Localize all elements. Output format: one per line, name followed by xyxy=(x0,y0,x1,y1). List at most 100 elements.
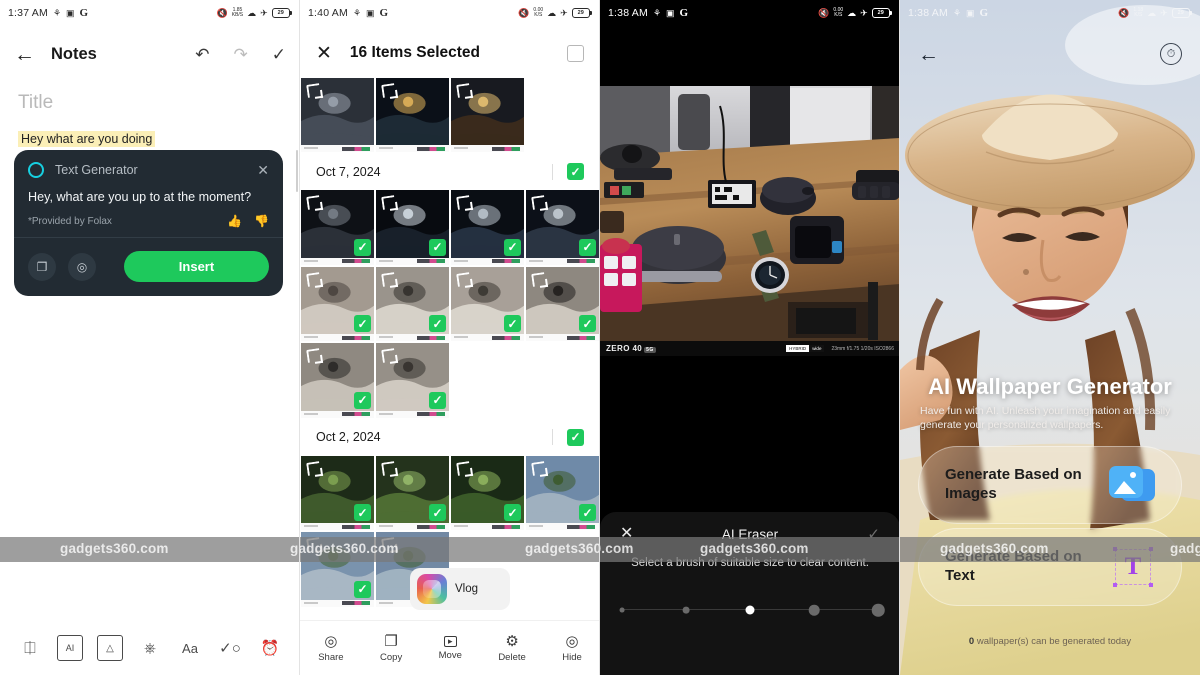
watermark-text: gadgets360.com xyxy=(1170,541,1200,556)
brush-size-dot[interactable] xyxy=(682,606,690,614)
expand-icon[interactable] xyxy=(456,460,471,476)
selected-checkmark[interactable]: ✓ xyxy=(504,504,521,522)
photo-thumbnail[interactable]: ✓ xyxy=(301,190,374,265)
notes-appbar: ← Notes ↶ ↷ ✓ xyxy=(0,34,300,74)
selected-checkmark[interactable]: ✓ xyxy=(354,391,371,409)
expand-icon[interactable] xyxy=(306,195,321,211)
close-icon[interactable]: ✕ xyxy=(257,163,269,177)
undo-button[interactable]: ↶ xyxy=(195,46,209,63)
mic-icon[interactable]: ⎈ xyxy=(137,635,163,661)
vlog-app-icon xyxy=(417,574,447,604)
text-generator-card: Text Generator ✕ Hey, what are you up to… xyxy=(14,150,283,297)
photo-thumbnail[interactable]: ✓ xyxy=(376,343,449,418)
expand-icon[interactable] xyxy=(456,83,471,98)
selected-checkmark[interactable]: ✓ xyxy=(429,238,446,256)
brush-size-dot[interactable] xyxy=(871,603,885,617)
generate-from-images-button[interactable]: Generate Based on Images xyxy=(918,446,1182,524)
insert-button[interactable]: Insert xyxy=(124,251,269,283)
selected-checkmark[interactable]: ✓ xyxy=(504,238,521,256)
brush-size-dot[interactable] xyxy=(619,607,625,613)
page-title: AI Wallpaper Generator xyxy=(928,374,1172,399)
brush-size-dot[interactable] xyxy=(745,605,755,615)
alarm-icon[interactable]: ⏰ xyxy=(257,635,283,661)
photo-thumbnail[interactable]: ✓ xyxy=(301,455,374,531)
photo-thumbnail[interactable]: ✓ xyxy=(526,266,599,342)
redo-button[interactable]: ↷ xyxy=(234,46,248,63)
note-title-input[interactable]: Title xyxy=(18,92,53,114)
airplane-icon: ✈ xyxy=(560,7,568,18)
expand-icon[interactable] xyxy=(456,272,471,287)
expand-icon[interactable] xyxy=(531,195,546,211)
gallery-date-header: Oct 2, 2024 ✓ xyxy=(300,418,600,456)
photo-thumbnail[interactable]: ✓ xyxy=(301,266,374,342)
photo-thumbnail[interactable] xyxy=(301,78,374,153)
photo-thumbnail[interactable]: ✓ xyxy=(451,266,524,342)
selected-checkmark[interactable]: ✓ xyxy=(429,391,446,409)
thumbs-up-icon[interactable]: 👍 xyxy=(227,214,242,228)
move-button[interactable]: ▸ Move xyxy=(439,635,462,661)
expand-icon[interactable] xyxy=(456,195,471,211)
selected-checkmark[interactable]: ✓ xyxy=(579,238,596,256)
expand-icon[interactable] xyxy=(381,348,396,364)
selected-checkmark[interactable]: ✓ xyxy=(354,580,371,598)
pen-icon[interactable]: ⎅ xyxy=(17,635,43,661)
brush-size-slider[interactable] xyxy=(619,601,885,619)
expand-icon[interactable] xyxy=(531,460,546,476)
expand-icon[interactable] xyxy=(306,83,321,98)
brush-size-dot[interactable] xyxy=(808,604,820,616)
expand-icon[interactable] xyxy=(381,195,396,211)
selected-checkmark[interactable]: ✓ xyxy=(504,315,521,333)
thumbnail-footer-strip xyxy=(376,410,449,418)
photo-thumbnail[interactable]: ✓ xyxy=(526,455,599,531)
selected-checkmark[interactable]: ✓ xyxy=(354,238,371,256)
photo-thumbnail[interactable]: ✓ xyxy=(301,343,374,418)
selected-checkmark[interactable]: ✓ xyxy=(354,504,371,522)
photo-thumbnail[interactable]: ✓ xyxy=(376,190,449,265)
ai-image-icon[interactable]: AI xyxy=(57,635,83,661)
expand-icon[interactable] xyxy=(531,272,546,287)
share-button[interactable]: ◎ Share xyxy=(318,634,343,663)
expand-icon[interactable] xyxy=(381,272,396,287)
delete-button[interactable]: ⚙ Delete xyxy=(498,634,525,663)
select-all-checkbox[interactable] xyxy=(567,44,584,62)
wifi-icon: ☁ xyxy=(547,7,557,18)
selected-checkmark[interactable]: ✓ xyxy=(579,315,596,333)
hide-icon: ◎ xyxy=(565,632,579,650)
expand-icon[interactable] xyxy=(306,272,321,287)
scrollbar[interactable] xyxy=(296,150,298,192)
photo-thumbnail[interactable]: ✓ xyxy=(376,266,449,342)
history-icon[interactable]: ⏱ xyxy=(1160,43,1182,65)
copy-button[interactable]: ❐ Copy xyxy=(380,634,402,663)
date-select-checkbox[interactable]: ✓ xyxy=(567,428,584,446)
expand-icon[interactable] xyxy=(306,348,321,364)
done-button[interactable]: ✓ xyxy=(272,46,286,63)
photo-thumbnail[interactable]: ✓ xyxy=(376,455,449,531)
selected-checkmark[interactable]: ✓ xyxy=(579,504,596,522)
selected-checkmark[interactable]: ✓ xyxy=(354,315,371,333)
checklist-icon[interactable]: ✓○ xyxy=(217,635,243,661)
divider xyxy=(14,237,283,239)
vlog-popup[interactable]: Vlog xyxy=(410,568,510,610)
thumbs-down-icon[interactable]: 👎 xyxy=(254,214,269,228)
copy-icon[interactable]: ❐ xyxy=(28,252,56,281)
photo-thumbnail[interactable]: ✓ xyxy=(451,190,524,265)
photo-thumbnail[interactable] xyxy=(376,78,449,153)
photo-thumbnail[interactable]: ✓ xyxy=(451,455,524,531)
back-button[interactable]: ← xyxy=(14,44,35,65)
date-select-checkbox[interactable]: ✓ xyxy=(567,163,584,181)
photo-thumbnail[interactable] xyxy=(451,78,524,153)
photo-thumbnail[interactable]: ✓ xyxy=(526,190,599,265)
expand-icon[interactable] xyxy=(381,460,396,476)
image-icon[interactable]: △ xyxy=(97,635,123,661)
expand-icon[interactable] xyxy=(306,460,321,476)
close-icon[interactable]: ✕ xyxy=(316,44,332,63)
selected-checkmark[interactable]: ✓ xyxy=(429,504,446,522)
back-button[interactable]: ← xyxy=(918,44,939,65)
editing-photo[interactable] xyxy=(600,86,900,341)
note-body-text[interactable]: Hey what are you doing xyxy=(18,131,156,147)
share-icon[interactable]: ◎ xyxy=(68,252,96,281)
expand-icon[interactable] xyxy=(381,83,396,98)
hide-button[interactable]: ◎ Hide xyxy=(562,634,582,663)
text-format-icon[interactable]: Aa xyxy=(177,635,203,661)
selected-checkmark[interactable]: ✓ xyxy=(429,315,446,333)
